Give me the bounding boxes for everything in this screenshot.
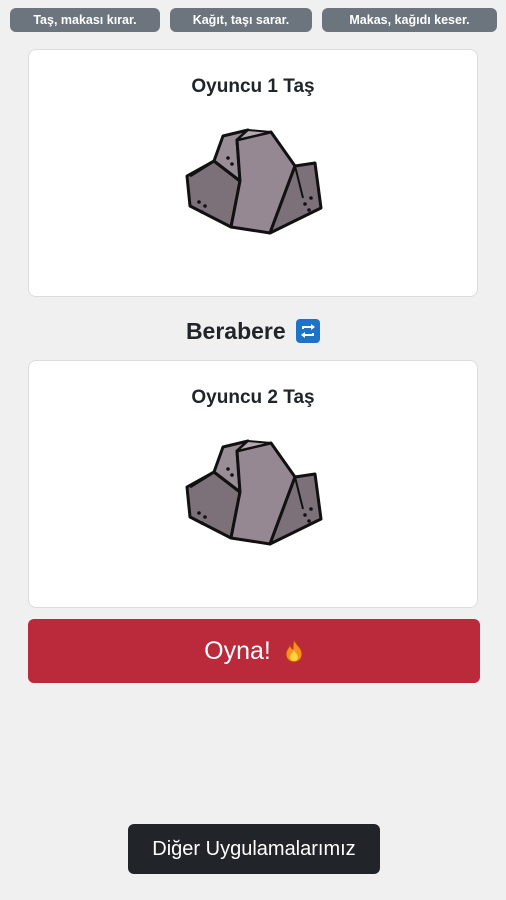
play-button-label: Oyna!: [204, 637, 271, 665]
player1-title: Oyuncu 1 Taş: [191, 76, 315, 97]
other-apps-button[interactable]: Diğer Uygulamalarımız: [128, 824, 380, 874]
rule-badge-paper: Kağıt, taşı sarar.: [170, 8, 312, 32]
player1-card: Oyuncu 1 Taş: [28, 49, 478, 297]
repeat-icon: [296, 319, 321, 343]
rule-badge-rock: Taş, makası kırar.: [10, 8, 160, 32]
fire-icon: [285, 639, 303, 663]
player2-title: Oyuncu 2 Taş: [191, 387, 315, 408]
rule-badge-scissors: Makas, kağıdı keser.: [322, 8, 497, 32]
play-button[interactable]: Oyna!: [28, 619, 480, 683]
player2-card: Oyuncu 2 Taş: [28, 360, 478, 608]
result-label: Berabere: [185, 318, 286, 344]
rock-icon: [185, 128, 323, 235]
result-text: Berabere: [0, 314, 506, 348]
rock-icon: [185, 439, 323, 546]
